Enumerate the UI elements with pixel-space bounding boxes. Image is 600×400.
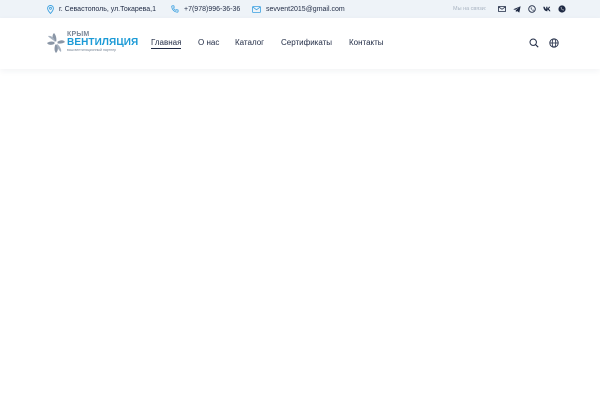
fan-logo-icon	[47, 33, 65, 53]
site-logo[interactable]: КРЫМ ВЕНТИЛЯЦИЯ ваш вентиляционный партн…	[46, 31, 138, 55]
telegram-icon[interactable]	[513, 5, 521, 13]
address-item: г. Севастополь, ул.Токарева,1	[47, 0, 156, 18]
logo-tagline: ваш вентиляционный партнер	[67, 48, 117, 52]
address-text: г. Севастополь, ул.Токарева,1	[59, 5, 157, 13]
globe-icon[interactable]	[549, 38, 559, 48]
email-icon[interactable]	[498, 5, 506, 13]
envelope-icon	[252, 5, 261, 13]
viber-icon[interactable]	[528, 5, 536, 13]
email-item[interactable]: sevvent2015@gmail.com	[252, 0, 345, 18]
top-info-bar: г. Севастополь, ул.Токарева,1 +7(978)996…	[0, 0, 600, 18]
search-icon[interactable]	[529, 38, 539, 48]
whatsapp-icon[interactable]	[558, 5, 566, 13]
phone-item[interactable]: +7(978)996-36-36	[171, 0, 240, 18]
vk-icon[interactable]	[543, 5, 551, 13]
nav-item-catalog[interactable]: Каталог	[235, 38, 264, 47]
logo-text-main: ВЕНТИЛЯЦИЯ	[67, 37, 139, 48]
phone-icon	[171, 5, 179, 13]
nav-item-home[interactable]: Главная	[151, 38, 182, 49]
nav-item-about[interactable]: О нас	[198, 38, 219, 47]
phone-link[interactable]: +7(978)996-36-36	[184, 6, 240, 13]
social-label: Мы на связи:	[453, 6, 487, 12]
social-links	[498, 0, 566, 18]
nav-item-contacts[interactable]: Контакты	[349, 38, 384, 47]
location-pin-icon	[47, 4, 54, 14]
nav-item-certificates[interactable]: Сертификаты	[281, 38, 332, 47]
email-link[interactable]: sevvent2015@gmail.com	[266, 6, 345, 13]
site-header: КРЫМ ВЕНТИЛЯЦИЯ ваш вентиляционный партн…	[0, 18, 600, 69]
